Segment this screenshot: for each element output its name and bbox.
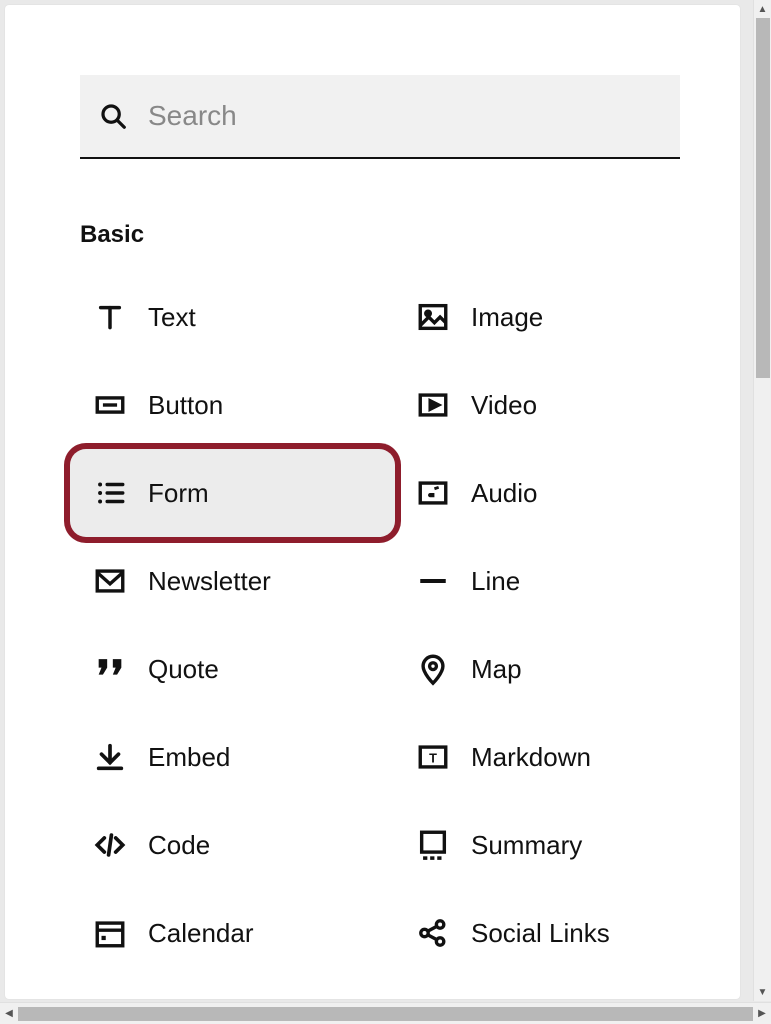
block-label: Summary	[471, 830, 582, 861]
block-image[interactable]: Image	[403, 273, 680, 361]
block-line[interactable]: Line	[403, 537, 680, 625]
section-title-basic: Basic	[80, 221, 680, 249]
markdown-icon: T	[413, 737, 453, 777]
block-label: Line	[471, 566, 520, 597]
search-bar[interactable]	[80, 75, 680, 159]
vertical-scroll-thumb[interactable]	[756, 18, 770, 378]
block-chart[interactable]: Chart	[80, 977, 395, 999]
newsletter-icon	[90, 561, 130, 601]
horizontal-scrollbar[interactable]: ◀ ▶	[0, 1002, 771, 1024]
block-video[interactable]: Video	[403, 361, 680, 449]
button-icon	[90, 385, 130, 425]
text-icon	[90, 297, 130, 337]
block-calendar[interactable]: Calendar	[80, 889, 395, 977]
embed-icon	[90, 737, 130, 777]
block-accordion[interactable]: Accordion	[403, 977, 680, 999]
block-label: Newsletter	[148, 566, 271, 597]
block-grid: Text Image	[80, 273, 680, 999]
block-label: Form	[148, 478, 209, 509]
block-map[interactable]: Map	[403, 625, 680, 713]
quote-icon	[90, 649, 130, 689]
block-label: Code	[148, 830, 210, 861]
block-label: Audio	[471, 478, 538, 509]
block-newsletter[interactable]: Newsletter	[80, 537, 395, 625]
block-markdown[interactable]: T Markdown	[403, 713, 680, 801]
video-icon	[413, 385, 453, 425]
calendar-icon	[90, 913, 130, 953]
block-social-links[interactable]: Social Links	[403, 889, 680, 977]
vertical-scrollbar[interactable]: ▲ ▼	[753, 0, 771, 1001]
block-label: Social Links	[471, 918, 610, 949]
svg-text:T: T	[429, 751, 437, 766]
block-label: Calendar	[148, 918, 254, 949]
scroll-up-arrow[interactable]: ▲	[754, 0, 771, 18]
summary-icon	[413, 825, 453, 865]
block-label: Text	[148, 302, 196, 333]
app-viewport: Basic Text Image	[0, 0, 771, 1024]
block-form[interactable]: Form	[70, 449, 395, 537]
horizontal-scroll-thumb[interactable]	[18, 1007, 753, 1021]
scroll-down-arrow[interactable]: ▼	[754, 983, 771, 1001]
search-input[interactable]	[146, 99, 662, 133]
block-label: Image	[471, 302, 543, 333]
block-text[interactable]: Text	[80, 273, 395, 361]
code-icon	[90, 825, 130, 865]
search-icon	[98, 101, 128, 131]
block-audio[interactable]: Audio	[403, 449, 680, 537]
map-icon	[413, 649, 453, 689]
block-code[interactable]: Code	[80, 801, 395, 889]
block-summary[interactable]: Summary	[403, 801, 680, 889]
block-label: Embed	[148, 742, 230, 773]
image-icon	[413, 297, 453, 337]
block-label: Button	[148, 390, 223, 421]
form-icon	[90, 473, 130, 513]
block-label: Quote	[148, 654, 219, 685]
line-icon	[413, 561, 453, 601]
block-label: Markdown	[471, 742, 591, 773]
scroll-left-arrow[interactable]: ◀	[0, 1003, 18, 1024]
block-label: Map	[471, 654, 522, 685]
block-embed[interactable]: Embed	[80, 713, 395, 801]
block-quote[interactable]: Quote	[80, 625, 395, 713]
social-links-icon	[413, 913, 453, 953]
audio-icon	[413, 473, 453, 513]
block-picker-panel: Basic Text Image	[5, 5, 740, 999]
block-label: Video	[471, 390, 537, 421]
scroll-right-arrow[interactable]: ▶	[753, 1003, 771, 1024]
block-button[interactable]: Button	[80, 361, 395, 449]
